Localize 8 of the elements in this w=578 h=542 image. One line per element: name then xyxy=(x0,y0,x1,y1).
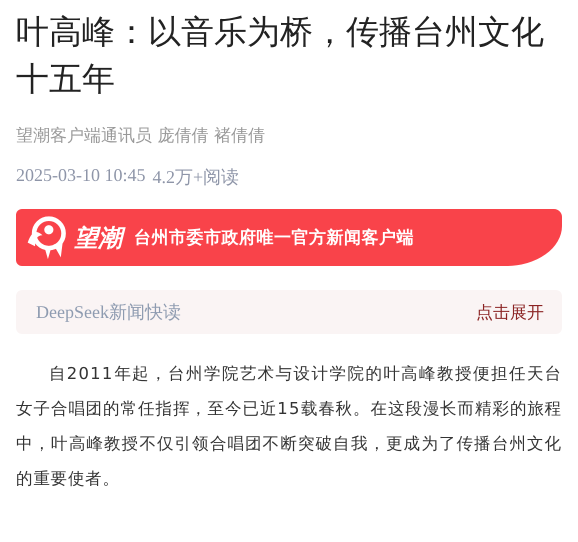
read-count: 4.2万+阅读 xyxy=(152,166,240,189)
article-title: 叶高峰：以音乐为桥，传播台州文化十五年 xyxy=(16,11,545,100)
quick-read-label: DeepSeek新闻快读 xyxy=(36,301,181,324)
byline: 望潮客户端通讯员 庞倩倩 褚倩倩 xyxy=(16,125,266,147)
article-paragraph: 自2011年起，台州学院艺术与设计学院的叶高峰教授便担任天台女子合唱团的常任指挥，至今已近15载春秋。在这段漫长而精彩的旅程中，叶高峰教授不仅引领合唱团不断突破自我，更成为了传播台州文化的重要使者。 xyxy=(16,363,562,490)
publish-time: 2025-03-10 10:45 xyxy=(16,165,146,187)
expand-link[interactable]: 点击展开 xyxy=(476,300,544,324)
slogan: 台州市委市政府唯一官方新闻客户端 xyxy=(134,227,414,249)
